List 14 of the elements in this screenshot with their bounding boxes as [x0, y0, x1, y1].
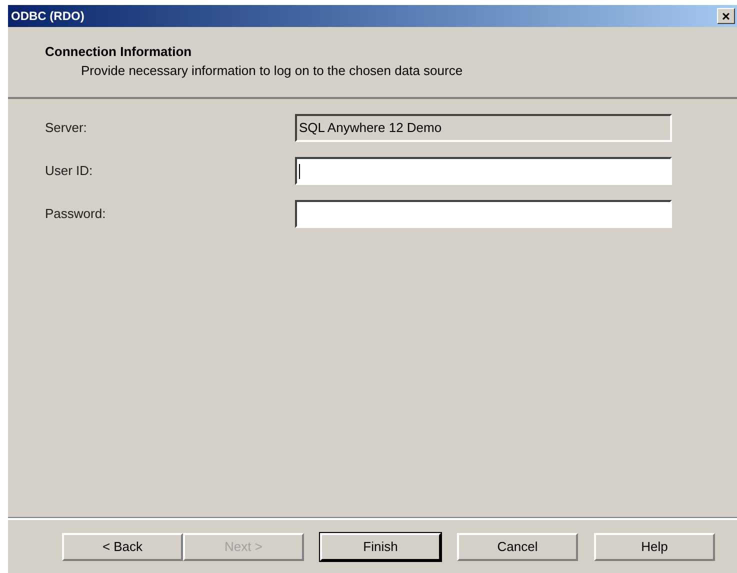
field-label: Password: [45, 205, 107, 224]
input-field[interactable] [295, 157, 672, 185]
field-label: Server: [45, 119, 88, 138]
window-title: ODBC (RDO) [11, 8, 84, 25]
dialog-button[interactable]: Finish [320, 532, 441, 560]
dialog-button[interactable]: Help [594, 532, 715, 560]
header-subtitle: Provide necessary information to log on to the chosen data source [80, 63, 464, 79]
input-field[interactable]: SQL Anywhere 12 Demo [295, 114, 672, 142]
field-label: User ID: [45, 162, 94, 180]
dialog-button[interactable]: Cancel [457, 532, 578, 560]
close-button[interactable]: × [717, 8, 735, 24]
header-title: Connection Information [45, 44, 193, 60]
dialog-button[interactable]: < Back [62, 532, 183, 560]
input-field[interactable] [295, 200, 672, 228]
